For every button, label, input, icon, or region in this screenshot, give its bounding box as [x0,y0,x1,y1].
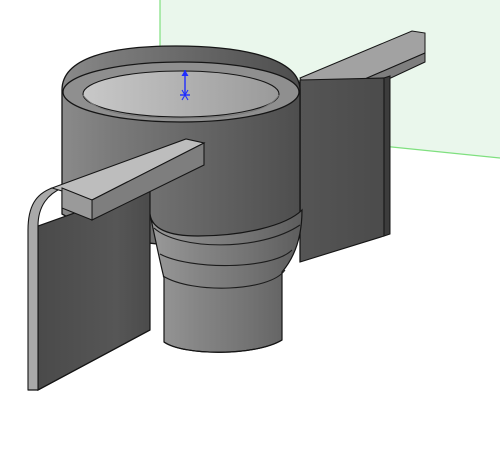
back-plate[interactable] [299,77,385,263]
graphics-viewport[interactable] [0,0,500,452]
cup-cavity[interactable] [82,70,280,118]
3d-model-scene[interactable] [0,0,500,452]
